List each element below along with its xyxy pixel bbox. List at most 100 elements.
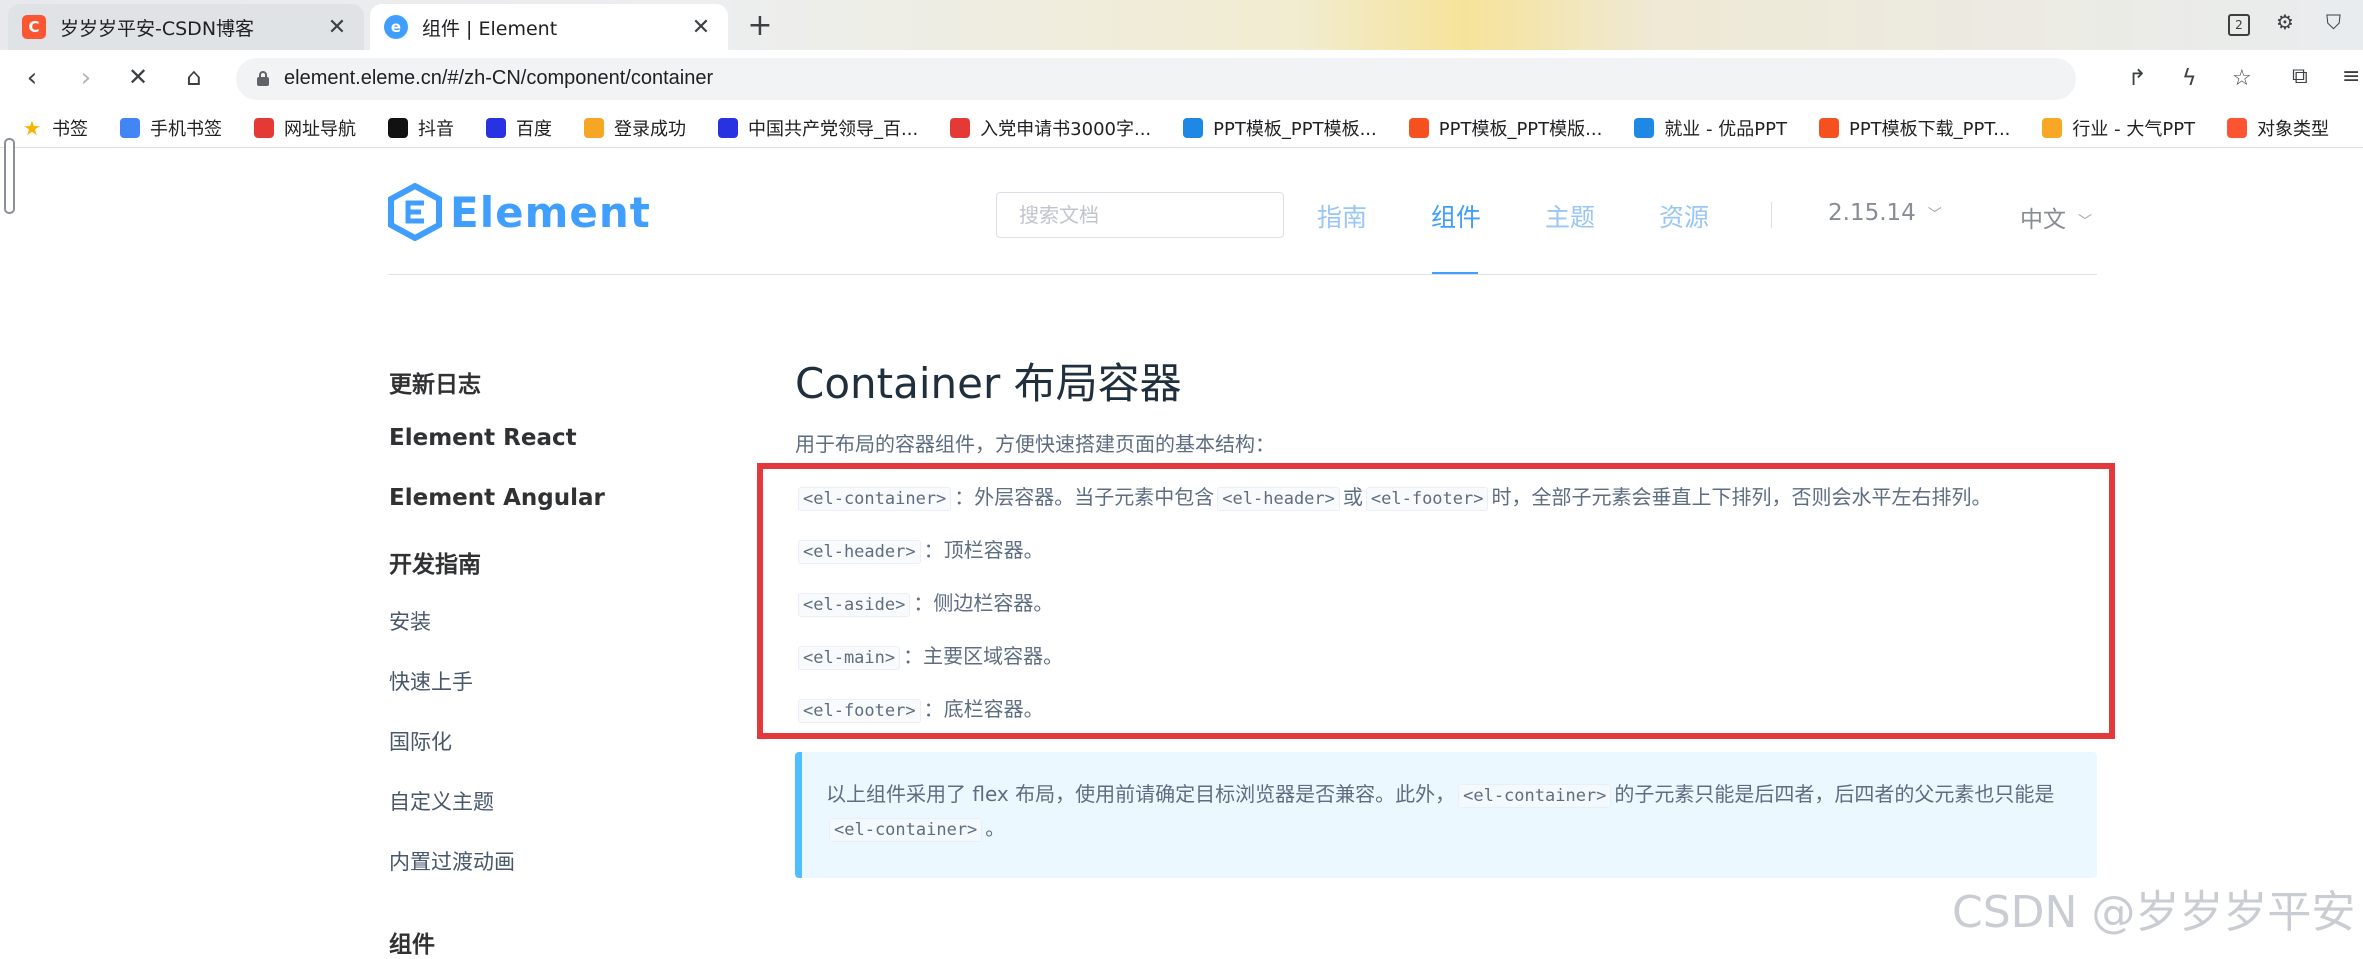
sidebar-item-i18n[interactable]: 国际化 xyxy=(389,726,452,756)
star-icon: ★ xyxy=(23,115,41,140)
nav-theme[interactable]: 主题 xyxy=(1545,198,1595,234)
tab-element[interactable]: e 组件 | Element ✕ xyxy=(370,4,728,50)
8g-icon xyxy=(950,117,971,138)
bookmark-label: PPT模板下载_PPT... xyxy=(1848,118,2011,140)
shirt-icon[interactable]: ⛉ xyxy=(2326,10,2341,34)
sidebar-item-transition[interactable]: 内置过渡动画 xyxy=(389,846,515,876)
logo-text: Element xyxy=(450,187,651,237)
version-label: 2.15.14 xyxy=(1828,200,1916,226)
version-selector[interactable]: 2.15.14 ﹀ xyxy=(1828,200,1942,226)
search-input[interactable] xyxy=(996,192,1284,238)
bookmark-label: 行业 - 大气PPT xyxy=(2072,118,2196,140)
bookmark-item[interactable]: 行业 - 大气PPT xyxy=(2042,115,2195,141)
bookmark-item[interactable]: 就业 - 优品PPT xyxy=(1634,115,1787,141)
code-el-container: <el-container> xyxy=(1458,784,1612,808)
extensions-game-icon[interactable]: ⚙ xyxy=(2276,10,2294,34)
bookmark-item[interactable]: PPT模板下载_PPT... xyxy=(1818,115,2011,141)
bookmark-item[interactable]: 入党申请书3000字... xyxy=(950,115,1151,141)
bookmark-label: 手机书签 xyxy=(150,118,222,140)
bookmark-label: 登录成功 xyxy=(614,118,686,140)
nav-icon xyxy=(254,117,274,138)
bookmark-label: PPT模板_PPT模板... xyxy=(1213,118,1377,140)
element-logo[interactable]: Element xyxy=(388,183,651,241)
browser-toolbar: ‹ › ✕ ⌂ element.eleme.cn/#/zh-CN/compone… xyxy=(0,50,2363,108)
stop-loading-icon[interactable]: ✕ xyxy=(120,63,156,91)
bookmark-item[interactable]: 手机书签 xyxy=(120,115,222,141)
list-item: <el-aside> ：侧边栏容器。 xyxy=(795,587,1053,617)
sidebar-item-element-react[interactable]: Element React xyxy=(389,425,577,451)
bookmark-item[interactable]: PPT模板_PPT模板... xyxy=(1183,115,1377,141)
language-selector[interactable]: 中文 ﹀ xyxy=(2020,200,2092,234)
ppt-icon xyxy=(1408,117,1429,138)
lightning-icon[interactable]: ϟ xyxy=(2182,66,2197,91)
baidu-icon xyxy=(486,117,506,138)
list-item: <el-main> ：主要区域容器。 xyxy=(795,640,1063,670)
chevron-down-icon: ﹀ xyxy=(1927,206,1942,223)
browser-tab-bar: C 岁岁岁平安-CSDN博客 ✕ e 组件 | Element ✕ + 2 ⚙ … xyxy=(0,0,2363,50)
bookmark-item[interactable]: 中国共产党领导_百... xyxy=(718,115,918,141)
sidebar-item-install[interactable]: 安装 xyxy=(389,606,431,636)
p-icon xyxy=(2042,117,2063,138)
url-text[interactable]: element.eleme.cn/#/zh-CN/component/conta… xyxy=(284,67,713,90)
bookmark-label: 对象类型 xyxy=(2257,118,2330,140)
sidebar-item-custom-theme[interactable]: 自定义主题 xyxy=(389,786,494,816)
tab-count-icon[interactable]: 2 xyxy=(2228,10,2250,36)
code-el-main: <el-main> xyxy=(798,646,901,670)
bookmark-item[interactable]: 抖音 xyxy=(388,115,454,141)
bookmark-item[interactable]: 网址导航 xyxy=(254,115,356,141)
code-el-container: <el-container> xyxy=(829,818,983,842)
share-icon[interactable]: ↱ xyxy=(2128,66,2146,91)
code-el-footer: <el-footer> xyxy=(798,699,921,723)
address-bar[interactable]: element.eleme.cn/#/zh-CN/component/conta… xyxy=(236,58,2252,100)
scrollbar-thumb[interactable] xyxy=(4,138,15,214)
close-icon[interactable]: ✕ xyxy=(688,15,714,40)
home-icon[interactable]: ⌂ xyxy=(176,63,212,91)
code-el-footer: <el-footer> xyxy=(1365,487,1489,511)
bookmark-item[interactable]: PPT模板_PPT模版... xyxy=(1408,115,1603,141)
bookmark-label: 百度 xyxy=(516,118,552,140)
sidebar-item-changelog[interactable]: 更新日志 xyxy=(389,365,481,399)
tip-callout: 以上组件采用了 flex 布局，使用前请确定目标浏览器是否兼容。此外， <el-c… xyxy=(795,752,2097,878)
element-logo-icon xyxy=(388,183,442,241)
nav-resource[interactable]: 资源 xyxy=(1659,198,1709,234)
bookmark-item[interactable]: 登录成功 xyxy=(584,115,686,141)
sidebar-item-quickstart[interactable]: 快速上手 xyxy=(389,666,473,696)
list-item: <el-footer> ：底栏容器。 xyxy=(795,693,1044,723)
intro-text: 用于布局的容器组件，方便快速搭建页面的基本结构： xyxy=(795,432,1275,456)
lock-icon xyxy=(257,71,269,86)
forward-arrow-icon[interactable]: › xyxy=(68,63,104,93)
douyin-icon xyxy=(388,117,408,138)
ep-icon xyxy=(584,117,604,138)
list-item: <el-header> ：顶栏容器。 xyxy=(795,534,1044,564)
bookmark-item[interactable]: 对象类型 xyxy=(2227,115,2329,141)
bookmark-label: 抖音 xyxy=(418,118,454,140)
baidu-icon xyxy=(718,117,738,138)
sidebar-group-components: 组件 xyxy=(389,932,435,958)
tab-title: 组件 | Element xyxy=(422,17,558,40)
code-el-header: <el-header> xyxy=(1217,487,1340,511)
header-divider xyxy=(389,274,2097,275)
new-tab-plus-icon[interactable]: + xyxy=(742,8,778,43)
tab-csdn[interactable]: C 岁岁岁平安-CSDN博客 ✕ xyxy=(8,4,364,50)
sidebar-group-dev-guide: 开发指南 xyxy=(389,552,481,578)
bookmark-star-icon[interactable]: ☆ xyxy=(2232,66,2252,91)
csdn-icon xyxy=(2227,117,2248,138)
chevron-down-icon: ﹀ xyxy=(2078,213,2092,230)
bookmark-item[interactable]: 百度 xyxy=(486,115,552,141)
nav-guide[interactable]: 指南 xyxy=(1317,198,1367,234)
bookmark-item[interactable]: ★ 书签 xyxy=(22,115,88,141)
csdn-watermark: CSDN @岁岁岁平安 xyxy=(1952,887,2356,938)
menu-icon[interactable]: ≡ xyxy=(2342,64,2360,89)
bookmark-label: PPT模板_PPT模版... xyxy=(1438,118,1603,140)
sidebar-item-element-angular[interactable]: Element Angular xyxy=(389,485,605,511)
language-label: 中文 xyxy=(2020,207,2066,233)
ppt-icon xyxy=(1818,117,1839,138)
puzzle-icon[interactable]: ⧉ xyxy=(2292,64,2308,89)
close-icon[interactable]: ✕ xyxy=(324,15,350,40)
code-el-aside: <el-aside> xyxy=(798,593,911,617)
page-title: Container 布局容器 xyxy=(795,359,1182,408)
bookmark-label: 中国共产党领导_百... xyxy=(748,118,919,140)
nav-component[interactable]: 组件 xyxy=(1431,198,1481,234)
bookmark-label: 书签 xyxy=(52,118,88,140)
back-arrow-icon[interactable]: ‹ xyxy=(14,63,50,93)
